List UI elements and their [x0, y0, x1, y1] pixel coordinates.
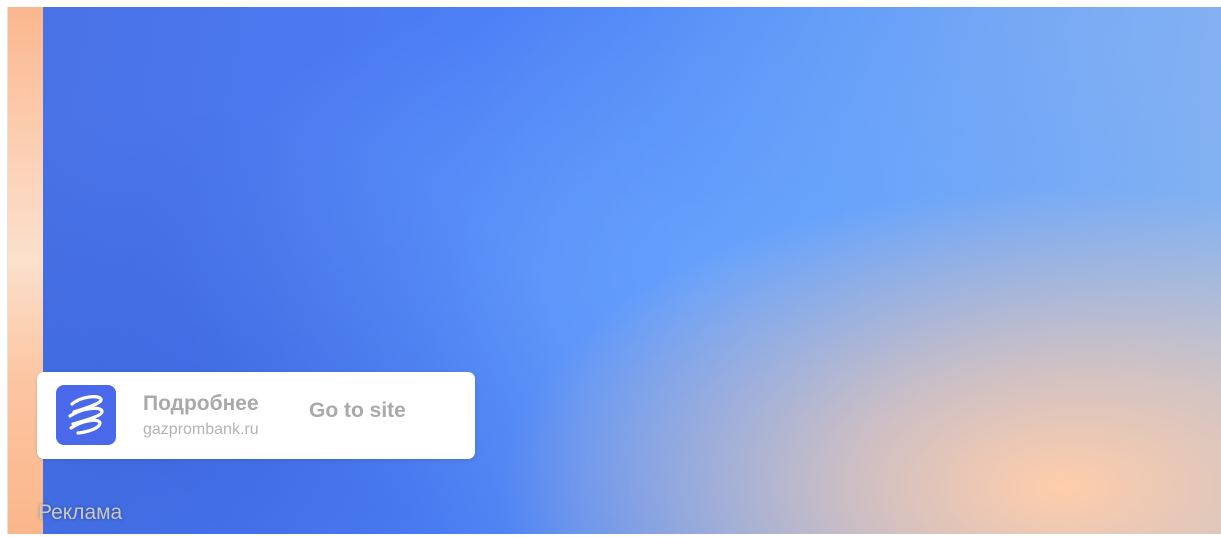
- ad-info-card[interactable]: Подробнее gazprombank.ru Go to site: [37, 372, 475, 459]
- ad-title[interactable]: Подробнее: [143, 392, 259, 416]
- ad-domain[interactable]: gazprombank.ru: [143, 421, 259, 439]
- ad-label: Реклама: [38, 501, 123, 524]
- ad-banner-frame[interactable]: Подробнее gazprombank.ru Go to site Рекл…: [7, 7, 1221, 534]
- go-to-site-button[interactable]: Go to site: [309, 399, 406, 423]
- gazprombank-logo-icon[interactable]: [56, 385, 116, 445]
